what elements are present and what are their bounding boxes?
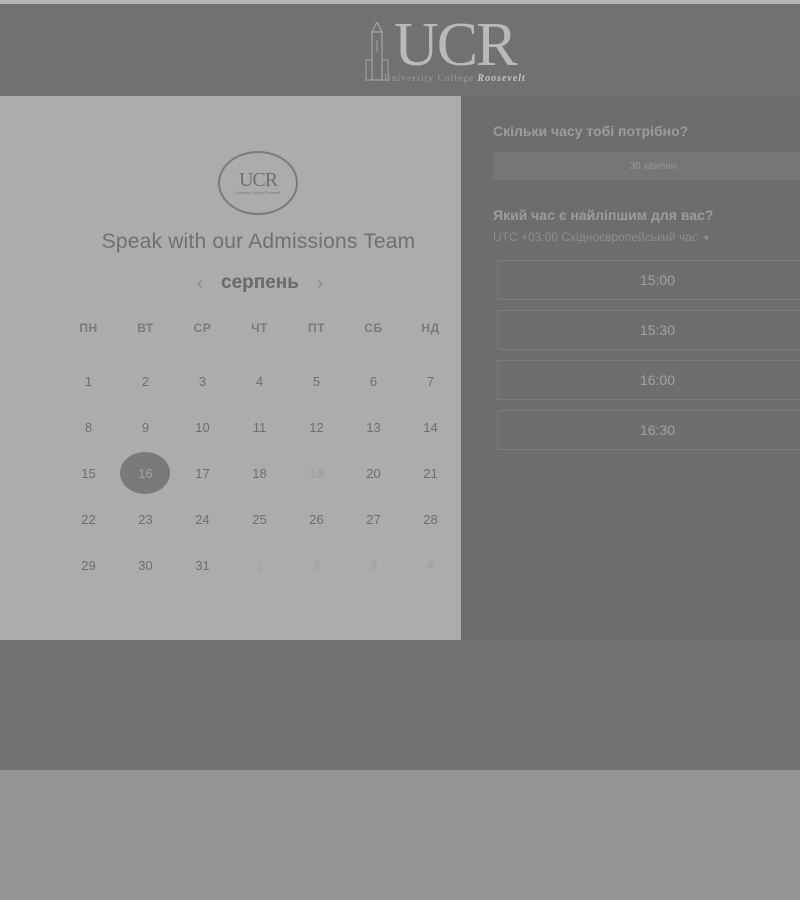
month-navigation: ‹ серпень › [180,270,340,296]
calendar-day[interactable]: 5 [288,358,345,404]
emblem-subtitle: University College Roosevelt [235,191,281,195]
timezone-label: UTC +03:00 Східноєвропейський час [493,230,698,244]
calendar-day[interactable]: 11 [231,404,288,450]
calendar-day[interactable]: 27 [345,496,402,542]
time-question: Який час є найліпшим для вас? [493,207,714,223]
timezone-select[interactable]: UTC +03:00 Східноєвропейський час ▼ [493,230,711,244]
calendar-day[interactable]: 29 [60,542,117,588]
weekday-label: ВТ [137,321,154,335]
chevron-right-icon[interactable]: › [317,273,323,294]
calendar-day[interactable]: 13 [345,404,402,450]
calendar-day[interactable]: 31 [174,542,231,588]
ucr-emblem: UCR University College Roosevelt [218,151,298,215]
calendar-day[interactable]: 10 [174,404,231,450]
page-title: Speak with our Admissions Team [101,230,416,253]
calendar-week: 22 23 24 25 26 27 28 [60,496,460,542]
calendar-day-next-month: 3 [369,557,378,573]
calendar-day[interactable]: 6 [345,358,402,404]
ucr-logo[interactable]: UCR University College Roosevelt [364,11,564,88]
calendar-week: 1 2 3 4 5 6 7 [60,358,460,404]
calendar-day-next-month: 2 [312,557,321,573]
logo-subtitle: University College Roosevelt [384,73,526,84]
footer-band [0,640,800,770]
duration-question: Скільки часу тобі потрібно? [493,123,689,139]
logo-script-text: Roosevelt [477,73,526,84]
booking-panel: Скільки часу тобі потрібно? 30 хвилин Як… [461,96,800,640]
time-slot-button[interactable]: 15:30 [497,310,800,350]
month-label: серпень [221,272,299,293]
weekday-label: НД [421,321,440,335]
caret-down-icon: ▼ [701,233,711,243]
weekday-label: ПН [79,321,98,335]
calendar-day[interactable]: 1 [60,358,117,404]
weekday-header: ПН ВТ СР ЧТ ПТ СБ НД [60,321,460,335]
time-slot-button[interactable]: 15:00 [497,260,800,300]
emblem-text: UCR [238,169,278,191]
time-slot-list: 15:00 15:30 16:00 16:30 [497,260,800,460]
weekday-label: ПТ [308,321,325,335]
weekday-label: ЧТ [251,321,268,335]
calendar-day[interactable]: 20 [345,450,402,496]
site-header: UCR University College Roosevelt [0,4,800,96]
calendar-day[interactable]: 24 [174,496,231,542]
calendar-day[interactable]: 3 [174,358,231,404]
calendar-day[interactable]: 18 [231,450,288,496]
calendar-panel: UCR University College Roosevelt Speak w… [0,96,461,640]
calendar-week: 15 16 17 18 19 20 21 [60,450,460,496]
calendar-day[interactable]: 4 [231,358,288,404]
time-slot-button[interactable]: 16:00 [497,360,800,400]
calendar-day[interactable]: 7 [402,358,459,404]
calendar-day[interactable]: 30 [117,542,174,588]
calendar-day-unavailable: 19 [309,465,324,481]
calendar-day[interactable]: 23 [117,496,174,542]
calendar-day-next-month: 1 [255,557,264,573]
calendar-day-selected-label: 16 [138,465,153,481]
weekday-label: СБ [364,321,383,335]
calendar-week: 8 9 10 11 12 13 14 [60,404,460,450]
calendar-day[interactable]: 8 [60,404,117,450]
calendar-day[interactable]: 26 [288,496,345,542]
calendar-day[interactable]: 14 [402,404,459,450]
logo-subtitle-text: University College [384,74,475,84]
calendar-day[interactable]: 22 [60,496,117,542]
time-slot-button[interactable]: 16:30 [497,410,800,450]
calendar-day[interactable]: 15 [60,450,117,496]
calendar-week: 29 30 31 1 2 3 4 [60,542,460,588]
chevron-left-icon[interactable]: ‹ [197,273,203,294]
calendar-day[interactable]: 12 [288,404,345,450]
calendar-day[interactable]: 2 [117,358,174,404]
calendar-day[interactable]: 25 [231,496,288,542]
duration-select[interactable]: 30 хвилин [493,152,800,180]
calendar-grid: 1 2 3 4 5 6 7 8 9 10 11 12 13 14 15 16 1… [60,358,460,588]
calendar-day[interactable]: 17 [174,450,231,496]
logo-wordmark: UCR [394,11,517,79]
calendar-day-next-month: 4 [426,557,435,573]
calendar-day-selected[interactable]: 16 [117,450,174,496]
calendar-day[interactable]: 28 [402,496,459,542]
calendar-day[interactable]: 9 [117,404,174,450]
weekday-label: СР [193,321,212,335]
calendar-day[interactable]: 21 [402,450,459,496]
